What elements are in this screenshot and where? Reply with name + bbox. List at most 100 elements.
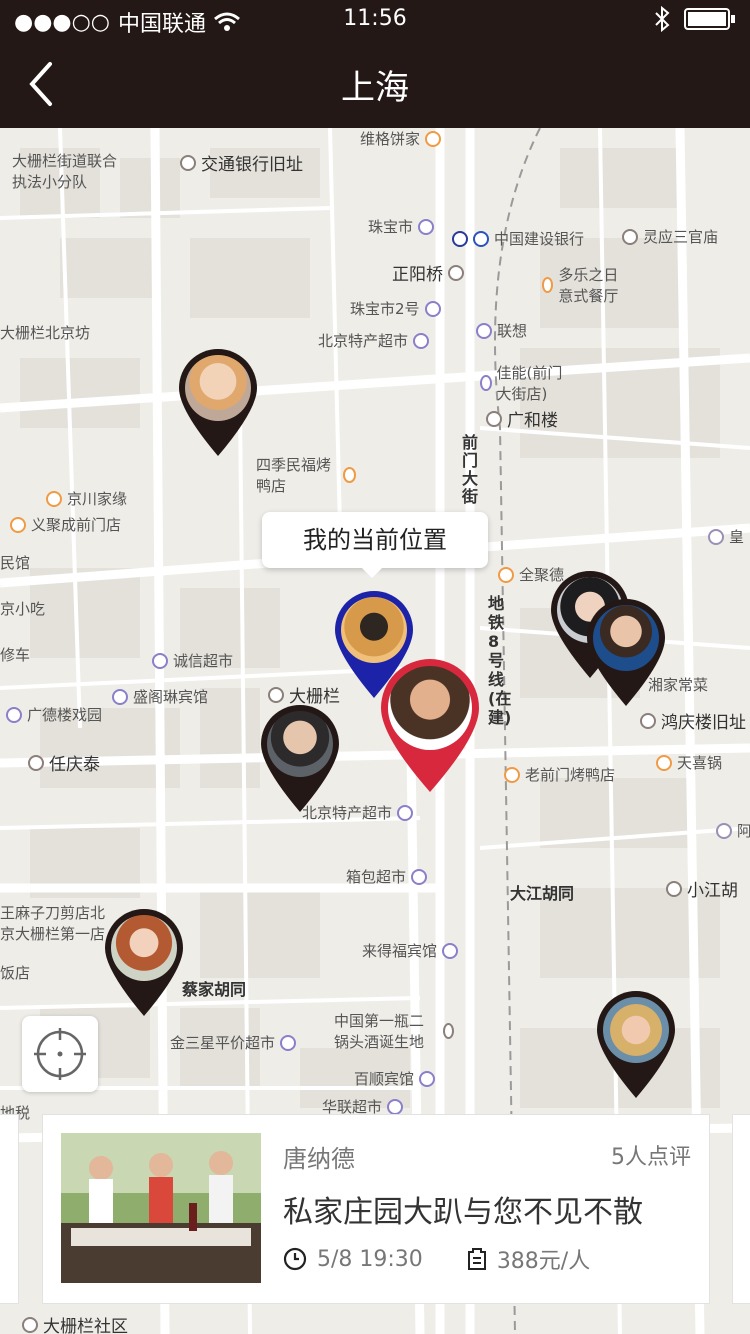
avatar [593, 605, 659, 671]
poi[interactable]: 王麻子刀剪店北京大栅栏第一店 [0, 902, 110, 944]
poi[interactable]: 义聚成前门店 [10, 514, 121, 535]
status-bar: ●●●○○ 中国联通 11:56 [0, 0, 750, 40]
street-label: 地铁8号线(在建) [488, 594, 512, 727]
event-card-next[interactable] [732, 1114, 750, 1304]
landmark-icon [180, 154, 196, 171]
street-label: 前门大街 [462, 433, 479, 506]
poi[interactable]: 维格饼家 [360, 128, 442, 149]
restaurant-icon [656, 754, 672, 771]
poi[interactable]: 大栅栏北京坊 [0, 322, 90, 343]
poi[interactable]: 鸿庆楼旧址 [640, 708, 746, 733]
place-icon [476, 322, 492, 339]
poi[interactable]: 百顺宾馆 [354, 1068, 436, 1089]
poi[interactable]: 广和楼 [486, 406, 558, 431]
poi[interactable]: 蔡家胡同 [182, 976, 246, 1000]
avatar [388, 666, 472, 750]
restaurant-icon [425, 130, 442, 147]
current-location-label: 我的当前位置 [303, 526, 447, 554]
event-datetime: 5/8 19:30 [317, 1246, 423, 1272]
temple-icon [622, 228, 638, 245]
battery-icon [684, 8, 735, 30]
poi[interactable]: 箱包超市 [346, 866, 428, 887]
avatar [603, 997, 669, 1063]
host-name: 唐纳德 [283, 1145, 355, 1173]
event-title: 私家庄园大趴与您不见不散 [283, 1195, 643, 1230]
place-icon [716, 822, 732, 839]
poi[interactable]: 北京特产超市 [318, 330, 430, 351]
locate-button[interactable] [22, 1016, 98, 1092]
poi[interactable]: 诚信超市 [152, 650, 233, 671]
landmark-icon [28, 754, 44, 771]
landmark-icon [666, 880, 682, 897]
poi[interactable]: 广德楼戏园 [6, 704, 102, 725]
current-location-tooltip: 我的当前位置 [262, 512, 488, 578]
poi[interactable]: 皇 [708, 526, 744, 547]
clock: 11:56 [343, 6, 407, 31]
poi[interactable]: 正阳桥 [392, 260, 464, 285]
poi[interactable]: 小江胡 [666, 876, 738, 901]
poi[interactable]: 京小吃 [0, 598, 45, 619]
landmark-icon [22, 1316, 38, 1333]
poi[interactable]: 珠宝市2号 [350, 298, 441, 319]
landmark-icon [640, 712, 656, 729]
poi[interactable]: 阿 [716, 820, 750, 841]
event-price: 388元/人 [496, 1249, 591, 1274]
bank-logo-icon [473, 230, 489, 247]
page-title: 上海 [341, 68, 409, 108]
map-view[interactable]: 维格饼家 交通银行旧址 大栅栏街道联合执法小分队 珠宝市 中国建设银行 灵应三官… [0, 128, 750, 1334]
clock-icon [283, 1247, 307, 1271]
selected-user-pin[interactable] [380, 658, 480, 794]
shop-icon [418, 218, 435, 235]
poi[interactable]: 盛阁琳宾馆 [112, 686, 208, 707]
event-meta: 5/8 19:30 388元/人 [283, 1243, 590, 1275]
poi[interactable]: 老前门烤鸭店 [504, 764, 615, 785]
poi[interactable]: 灵应三官庙 [622, 226, 718, 247]
bluetooth-icon [655, 6, 670, 32]
poi[interactable]: 饭店 [0, 962, 30, 983]
poi[interactable]: 民馆 [0, 552, 30, 573]
poi[interactable]: 中国第一瓶二锅头酒诞生地 [334, 1010, 454, 1052]
hotel-icon [112, 688, 128, 705]
hotel-icon [419, 1070, 436, 1087]
shop-icon [411, 868, 428, 885]
poi[interactable]: 珠宝市 [368, 216, 435, 237]
shop-icon [413, 332, 430, 349]
landmark-icon [486, 410, 502, 427]
poi[interactable]: 四季民福烤鸭店 [256, 454, 356, 496]
poi[interactable]: 修车 [0, 644, 30, 665]
poi[interactable]: 大江胡同 [510, 880, 574, 904]
user-pin[interactable] [586, 598, 666, 708]
poi[interactable]: 佳能(前门大街店) [480, 362, 570, 404]
theater-icon [6, 706, 22, 723]
landmark-icon [268, 686, 284, 703]
event-photo [61, 1133, 261, 1283]
event-card-prev[interactable] [0, 1114, 19, 1304]
shop-icon [280, 1034, 297, 1051]
poi[interactable]: 金三星平价超市 [170, 1032, 297, 1053]
poi[interactable]: 任庆泰 [28, 750, 100, 775]
poi[interactable]: 大栅栏街道联合执法小分队 [12, 150, 122, 192]
restaurant-icon [46, 490, 62, 507]
restaurant-icon [342, 467, 356, 483]
poi[interactable]: 联想 [476, 320, 527, 341]
avatar [185, 355, 251, 421]
review-count[interactable]: 5人点评 [611, 1139, 691, 1171]
shop-icon [387, 1098, 404, 1115]
restaurant-icon [504, 766, 520, 783]
restaurant-icon [10, 516, 26, 533]
user-pin[interactable] [104, 908, 184, 1018]
poi[interactable]: 交通银行旧址 [180, 150, 303, 175]
poi[interactable]: 多乐之日意式餐厅 [542, 264, 632, 306]
user-pin[interactable] [178, 348, 258, 458]
user-pin[interactable] [260, 704, 340, 814]
poi[interactable]: 来得福宾馆 [362, 940, 459, 961]
event-card[interactable]: 唐纳德 5人点评 私家庄园大趴与您不见不散 5/8 19:30 388元/人 [42, 1114, 710, 1304]
poi[interactable]: 中国建设银行 [452, 228, 584, 249]
poi[interactable]: 天喜锅 [656, 752, 722, 773]
user-pin[interactable] [596, 990, 676, 1100]
poi[interactable]: 京川家缘 [46, 488, 127, 509]
restaurant-icon [498, 566, 514, 583]
metro-icon [452, 230, 468, 247]
poi[interactable]: 大栅栏社区 [22, 1312, 128, 1334]
avatar [341, 597, 407, 663]
